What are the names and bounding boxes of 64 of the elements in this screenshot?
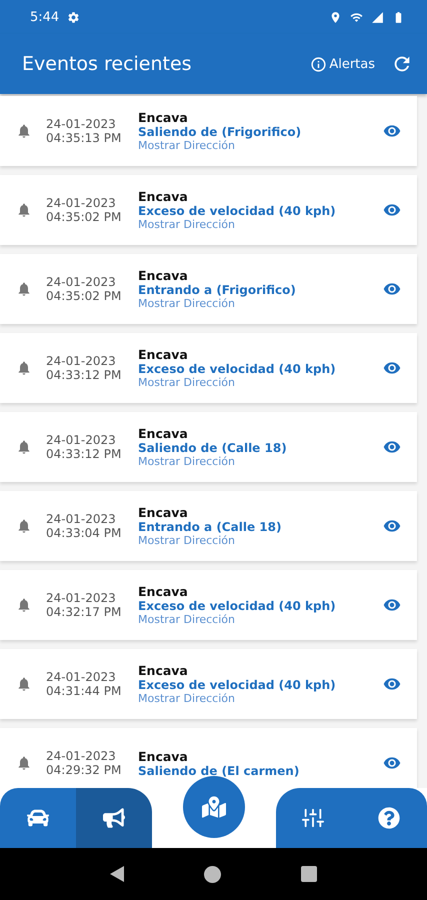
wifi-icon (350, 10, 363, 24)
event-card[interactable]: 24-01-2023 04:33:12 PM Encava Exceso de velocidad (40 kph) Mostrar Dirección (0, 333, 417, 403)
bell-icon (16, 597, 32, 613)
bell-icon (16, 123, 32, 139)
bell-icon (16, 360, 32, 376)
unit-name: Encava (138, 663, 189, 678)
event-card[interactable]: 24-01-2023 04:29:32 PM Encava Saliendo de (El carmen) (0, 728, 417, 788)
bell-icon (16, 281, 32, 297)
back-icon[interactable] (110, 866, 124, 882)
unit-name: Encava (138, 505, 189, 520)
event-description: Exceso de velocidad (40 kph) (138, 599, 337, 613)
event-timestamp: 24-01-2023 04:33:12 PM (46, 354, 122, 382)
home-icon[interactable] (204, 866, 221, 882)
event-card[interactable]: 24-01-2023 04:35:13 PM Encava Saliendo de (Frigorifico) Mostrar Dirección (0, 96, 417, 166)
unit-name: Encava (138, 584, 189, 599)
event-card[interactable]: 24-01-2023 04:32:17 PM Encava Exceso de velocidad (40 kph) Mostrar Dirección (0, 570, 417, 640)
help-icon (378, 807, 400, 829)
event-card[interactable]: 24-01-2023 04:35:02 PM Encava Entrando a (Frigorifico) Mostrar Dirección (0, 254, 417, 324)
nav-tab[interactable] (276, 788, 352, 848)
event-timestamp: 24-01-2023 04:32:17 PM (46, 591, 122, 619)
event-timestamp: 24-01-2023 04:35:02 PM (46, 196, 122, 224)
sliders-icon (302, 807, 324, 829)
bell-icon (16, 439, 32, 455)
unit-name: Encava (138, 268, 189, 283)
event-timestamp: 24-01-2023 04:29:32 PM (46, 749, 122, 777)
unit-name: Encava (138, 110, 189, 125)
event-description: Saliendo de (Frigorifico) (138, 125, 302, 139)
settings-icon (67, 10, 80, 24)
event-card[interactable]: 24-01-2023 04:33:04 PM Encava Entrando a (Calle 18) Mostrar Dirección (0, 491, 417, 561)
event-timestamp: 24-01-2023 04:35:13 PM (46, 117, 122, 145)
event-timestamp: 24-01-2023 04:31:44 PM (46, 670, 122, 698)
event-card[interactable]: 24-01-2023 04:33:12 PM Encava Saliendo de (Calle 18) Mostrar Dirección (0, 412, 417, 482)
event-timestamp: 24-01-2023 04:35:02 PM (46, 275, 122, 303)
unit-name: Encava (138, 189, 189, 204)
bell-icon (16, 676, 32, 692)
event-description: Entrando a (Frigorifico) (138, 283, 297, 297)
status-time: 5:44 (30, 10, 60, 24)
unit-name: Encava (138, 748, 189, 764)
bell-icon (16, 755, 32, 771)
nav-tab[interactable] (351, 788, 427, 848)
event-card[interactable]: 24-01-2023 04:31:44 PM Encava Exceso de velocidad (40 kph) Mostrar Dirección (0, 649, 417, 719)
event-description: Saliendo de (Calle 18) (138, 441, 288, 455)
bell-icon (16, 518, 32, 534)
event-description: Exceso de velocidad (40 kph) (138, 362, 337, 376)
map-icon (202, 795, 226, 819)
info-icon (310, 56, 328, 72)
screen-title: Eventos recientes (22, 53, 193, 75)
event-card[interactable]: 24-01-2023 04:35:02 PM Encava Exceso de velocidad (40 kph) Mostrar Dirección (0, 175, 417, 245)
event-description: Entrando a (Calle 18) (138, 520, 282, 534)
event-description: Exceso de velocidad (40 kph) (138, 678, 337, 692)
location-icon (329, 10, 342, 24)
event-timestamp: 24-01-2023 04:33:04 PM (46, 512, 122, 540)
alerts-button[interactable]: Alertas (310, 56, 375, 72)
signal-icon (371, 10, 384, 24)
event-description: Exceso de velocidad (40 kph) (138, 204, 337, 218)
megaphone-icon (102, 807, 125, 829)
unit-name: Encava (138, 426, 189, 441)
nav-tab[interactable] (0, 788, 76, 848)
unit-name: Encava (138, 347, 189, 362)
nav-tab[interactable] (76, 788, 152, 848)
bell-icon (16, 202, 32, 218)
event-timestamp: 24-01-2023 04:33:12 PM (46, 433, 122, 461)
event-description: Saliendo de (El carmen) (138, 764, 300, 778)
car-icon (26, 807, 49, 829)
